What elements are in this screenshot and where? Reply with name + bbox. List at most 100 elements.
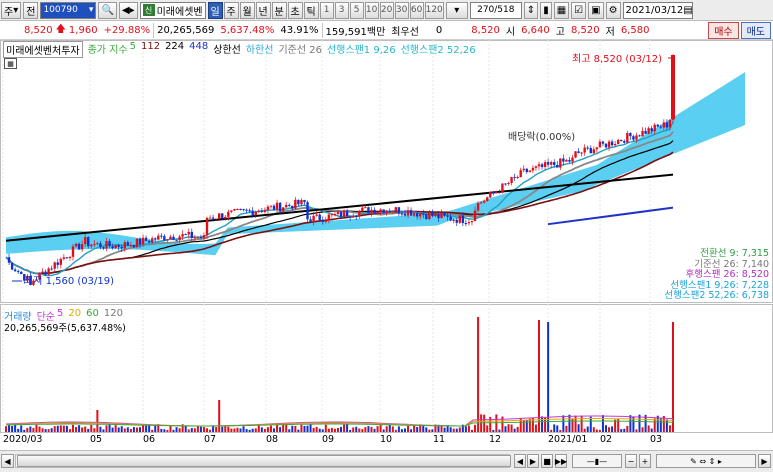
zoom-slider[interactable]: —▮— <box>572 454 622 468</box>
volume-bar <box>327 428 330 432</box>
check-button[interactable]: ☑ <box>571 1 587 19</box>
candle-body <box>242 209 245 211</box>
chart-area[interactable]: 최고 8,520 (03/12) 최저 1,560 (03/19) 배당락(0.00… <box>0 40 773 450</box>
volume-bar <box>477 317 480 432</box>
candle-body <box>528 170 532 172</box>
date-tick: 11 <box>433 434 446 445</box>
candle-body <box>178 236 181 241</box>
volume-bar <box>388 425 391 432</box>
candle-body <box>583 147 586 153</box>
candle-body <box>83 237 87 245</box>
spin-button[interactable]: ⇕ <box>523 1 539 19</box>
candle-body <box>540 164 544 167</box>
count-field[interactable]: 270/518 <box>469 1 522 19</box>
volume-bar <box>291 425 294 432</box>
interval-button-60[interactable]: 60 <box>409 1 424 19</box>
scroll-left-button[interactable]: ◀ <box>1 454 14 468</box>
volume-bar <box>279 427 282 432</box>
chart-type-dropdown[interactable]: 주 ▾ <box>1 1 22 19</box>
interval-button-20[interactable]: 20 <box>379 1 394 19</box>
volume-bar <box>251 428 254 432</box>
calendar-icon: ▤ <box>683 4 693 16</box>
bar-button[interactable]: ▮ <box>540 1 552 19</box>
candle-body <box>510 177 513 183</box>
sound-button[interactable]: ◀▸ <box>118 1 138 19</box>
jeon-button[interactable]: 전 <box>23 1 39 19</box>
volume-bar <box>309 424 312 432</box>
volume-bar <box>294 425 297 432</box>
scroll-bar[interactable]: ◀ ◀ ▶ ■ ▶▶ —▮— − + ✎ ⇔ ⇕ ▸ ▶ <box>0 450 773 472</box>
volume-bar <box>218 400 221 432</box>
candle-body <box>659 126 663 128</box>
scroll-end-button[interactable]: ▶ <box>527 454 539 468</box>
stock-name-field[interactable]: 신 미래에셋벤 <box>139 1 206 19</box>
zoom-out-button[interactable]: − <box>625 454 637 468</box>
period-button-4[interactable]: 분 <box>271 1 287 19</box>
interval-button-30[interactable]: 30 <box>394 1 409 19</box>
candle-body <box>199 237 203 239</box>
date-field[interactable]: 2021/03/12 ▤ <box>622 1 693 19</box>
buy-button[interactable]: 매수 <box>708 21 739 39</box>
volume-bar <box>623 428 626 432</box>
stop-button[interactable]: ■ <box>541 454 553 468</box>
period-button-0[interactable]: 일 <box>207 1 223 19</box>
volume-bar <box>318 428 321 432</box>
candle-body <box>613 143 617 146</box>
volume-bar <box>190 428 193 432</box>
interval-button-120[interactable]: 120 <box>424 1 444 19</box>
volume-value: 20,265,569 <box>157 24 215 36</box>
candle-body <box>562 158 565 162</box>
period-dropdown[interactable]: ▾ <box>445 1 468 19</box>
stock-code-input[interactable]: 100790 ▾ <box>40 1 97 19</box>
tools-bar[interactable]: ✎ ⇔ ⇕ ▸ <box>656 454 756 468</box>
date-tick: 2020/03 <box>3 434 43 445</box>
up-arrow-icon: 🡅 <box>55 23 66 35</box>
candle-body <box>446 215 449 217</box>
volume-bar <box>78 425 81 432</box>
grid-toggle-icon[interactable]: ▦ <box>4 58 17 69</box>
candle-body <box>102 247 105 249</box>
volume-bar <box>650 428 653 432</box>
period-button-5[interactable]: 초 <box>287 1 303 19</box>
interval-button-5[interactable]: 5 <box>349 1 364 19</box>
period-button-2[interactable]: 월 <box>239 1 255 19</box>
interval-button-1[interactable]: 1 <box>319 1 334 19</box>
settings-button[interactable]: ⚙ <box>605 1 621 19</box>
scroll-right-button[interactable]: ▶ <box>758 454 771 468</box>
volume-bar <box>96 410 99 432</box>
zoom-in-button[interactable]: + <box>639 454 651 468</box>
volume-bar <box>263 428 266 432</box>
volume-bar <box>464 426 467 432</box>
candle-body <box>132 245 136 248</box>
candle-body <box>656 124 659 127</box>
volume-bar <box>382 429 385 432</box>
chart-title[interactable]: 미래에셋벤처투자 <box>3 41 83 58</box>
save-button[interactable]: ▣ <box>588 1 604 19</box>
scroll-start-button[interactable]: ◀ <box>514 454 526 468</box>
period-button-3[interactable]: 년 <box>255 1 271 19</box>
image-button[interactable]: ▦ <box>553 1 570 19</box>
play-button[interactable]: ▶▶ <box>555 454 567 468</box>
candle-body <box>123 242 126 249</box>
candle-body <box>20 271 23 275</box>
candle-body <box>516 177 519 179</box>
interval-button-3[interactable]: 3 <box>334 1 349 19</box>
period-button-1[interactable]: 주 <box>223 1 239 19</box>
search-button[interactable]: 🔍 <box>98 1 117 19</box>
volume-bar <box>5 426 7 432</box>
candle-body <box>419 213 422 217</box>
interval-button-10[interactable]: 10 <box>364 1 379 19</box>
period-button-6[interactable]: 틱 <box>303 1 319 19</box>
volume-bar <box>285 424 288 432</box>
turnover: 43.91% <box>280 24 319 36</box>
scroll-thumb[interactable] <box>17 455 511 467</box>
sell-button[interactable]: 매도 <box>740 21 771 39</box>
candle-body <box>77 243 81 250</box>
volume-bar <box>154 425 157 432</box>
price-panel-border <box>0 40 773 303</box>
candle-body <box>333 213 337 215</box>
candle-body <box>10 262 14 270</box>
legend-ma5: 5 <box>129 41 136 52</box>
volume-bar <box>178 428 181 432</box>
volume-bar <box>300 424 303 432</box>
